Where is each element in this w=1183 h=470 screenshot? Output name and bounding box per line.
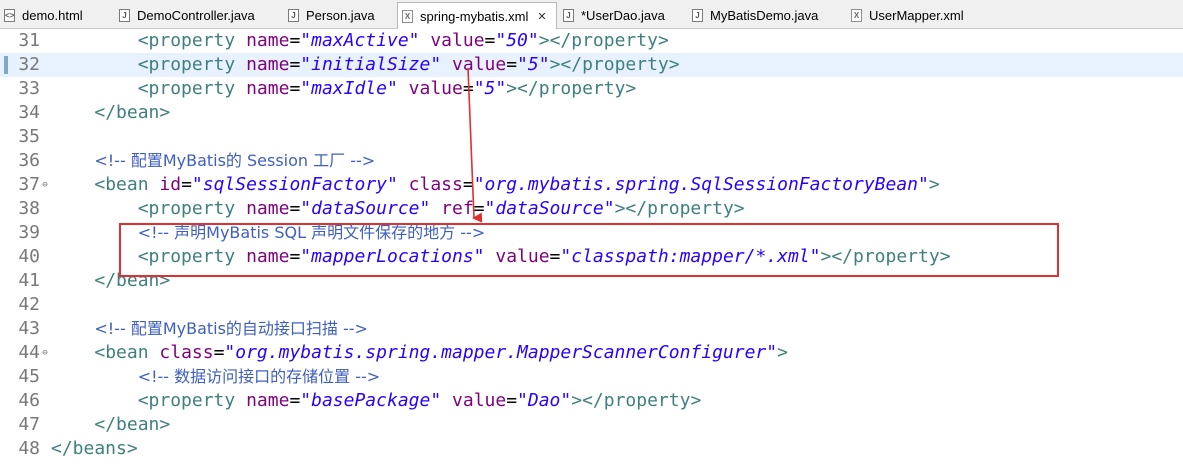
annotation-arrow: [467, 67, 483, 223]
